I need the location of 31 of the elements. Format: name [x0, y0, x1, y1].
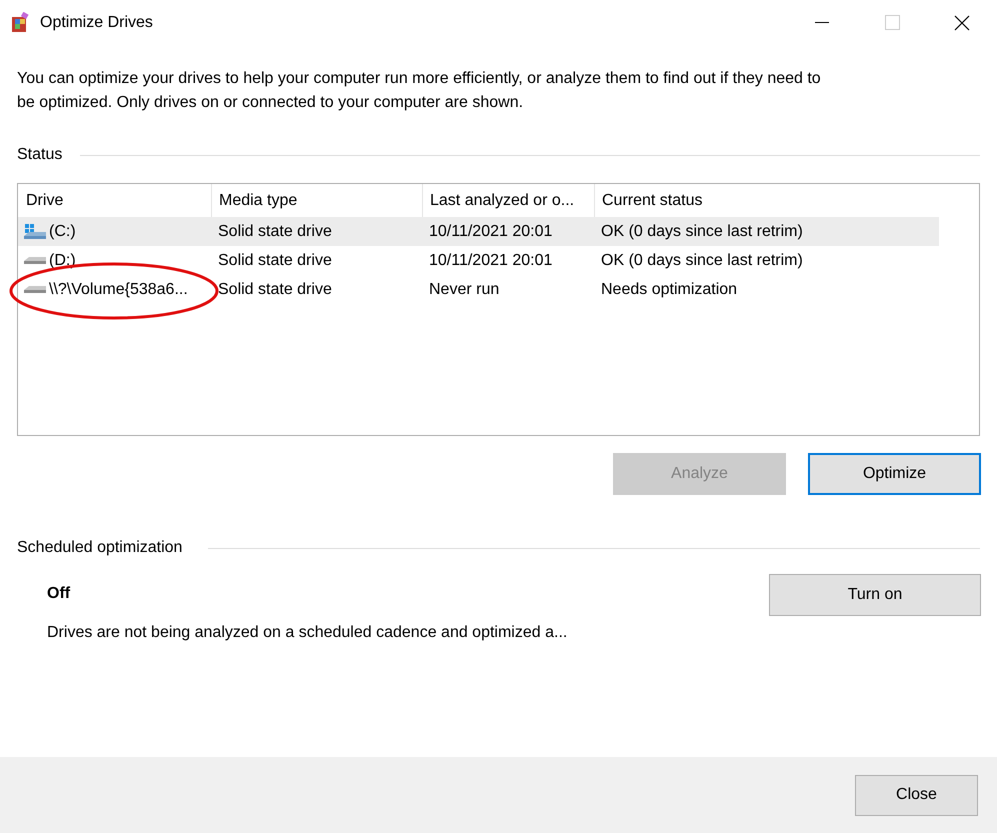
table-cell-text: Solid state drive: [218, 250, 332, 270]
system-drive-icon: [23, 224, 47, 240]
close-icon: [954, 14, 970, 30]
table-cell-text: 10/11/2021 20:01: [429, 250, 552, 270]
maximize-icon: [884, 15, 900, 30]
table-cell-text: OK (0 days since last retrim): [601, 250, 803, 270]
window-title: Optimize Drives: [40, 12, 153, 32]
schedule-detail: Drives are not being analyzed on a scheduled cadence and optimized a...: [47, 623, 568, 643]
table-cell-text: \\?\Volume{538a6...: [49, 280, 188, 300]
schedule-state: Off: [47, 584, 72, 604]
column-header[interactable]: Current status: [595, 184, 940, 217]
table-cell-text: (D:): [49, 250, 76, 270]
drive-icon: [23, 286, 47, 294]
table-cell-text: Needs optimization: [601, 280, 738, 300]
action-button[interactable]: Optimize: [808, 453, 981, 495]
section-heading: Status: [17, 145, 62, 165]
drive-row[interactable]: \\?\Volume{538a6... Solid state drive Never run Needs optimization: [18, 275, 939, 304]
table-cell-text: Never run: [429, 280, 500, 300]
table-cell-text: Solid state drive: [218, 222, 332, 242]
table-cell-text: (C:): [49, 222, 76, 242]
table-cell-text: 10/11/2021 20:01: [429, 222, 552, 242]
minimize-icon: [815, 22, 829, 24]
drive-row[interactable]: (C:) Solid state drive 10/11/2021 20:01 OK (0 days since last retrim): [18, 217, 939, 246]
section-heading: Scheduled optimization: [17, 538, 182, 558]
drive-icon: [23, 256, 47, 264]
description-text: You can optimize your drives to help your computer run more efficiently, or analyze them to find out if they need to be optimized. Only drives on or connected to your computer are shown.: [17, 69, 822, 113]
turn-on-button[interactable]: Turn on: [769, 574, 981, 616]
table-cell-text: OK (0 days since last retrim): [601, 222, 803, 242]
table-cell-text: Solid state drive: [218, 280, 332, 300]
close-dialog-button[interactable]: Close: [855, 774, 978, 816]
drive-row[interactable]: (D:) Solid state drive 10/11/2021 20:01 OK (0 days since last retrim): [18, 246, 939, 275]
